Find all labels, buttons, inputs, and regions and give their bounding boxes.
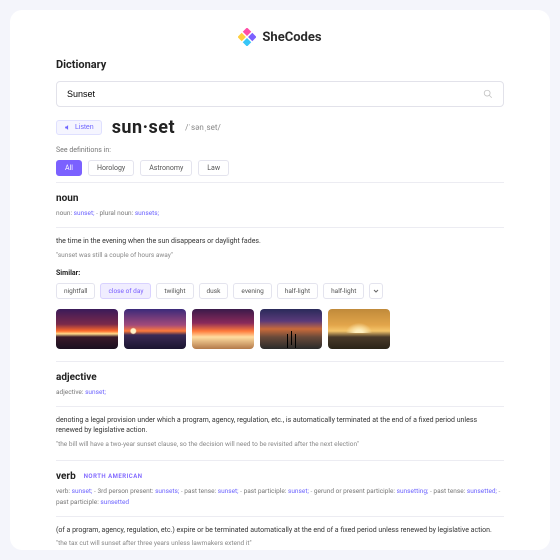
similar-chip[interactable]: half-light [323,283,364,299]
category-tabs: All Horology Astronomy Law [56,160,504,176]
similar-heading: Similar: [56,269,504,277]
headword: sun·set [112,117,175,138]
page-title: Dictionary [56,58,504,71]
form-label: adjective: [56,388,85,396]
tab-law[interactable]: Law [198,160,229,176]
noun-forms: noun: sunset; - plural noun: sunsets; [56,208,504,219]
expand-similar-button[interactable] [369,283,383,299]
search-input-wrapper[interactable] [56,81,504,107]
form-label: verb: [56,487,72,495]
divider [56,406,504,407]
divider [56,460,504,461]
verb-region: NORTH AMERICAN [84,473,143,480]
divider [56,361,504,362]
similar-chip[interactable]: nightfall [56,283,95,299]
brand: SheCodes [56,28,504,46]
form-label: gerund or present participle: [314,487,397,495]
adjective-section: adjective adjective: sunset; denoting a … [56,372,504,448]
tab-horology[interactable]: Horology [88,160,134,176]
tab-astronomy[interactable]: Astronomy [140,160,192,176]
speaker-icon [64,124,71,131]
image-thumbnails [56,309,504,349]
see-definitions-label: See definitions in: [56,146,504,154]
brand-name: SheCodes [262,30,321,45]
form-label: plural noun: [100,209,135,217]
form-value: sunsets; [135,209,159,217]
form-value: sunsetted [100,498,129,506]
form-value: sunsets; [155,487,179,495]
chevron-down-icon [372,287,380,295]
search-input[interactable] [67,89,483,99]
form-label: past participle: [56,498,100,506]
adjective-heading: adjective [56,372,97,383]
form-label: noun: [56,209,74,217]
thumbnail[interactable] [192,309,254,349]
noun-definition: the time in the evening when the sun dis… [56,236,504,247]
similar-chip[interactable]: close of day [100,283,151,299]
verb-example: "the tax cut will sunset after three yea… [56,539,504,547]
divider [56,182,504,183]
similar-chip[interactable]: evening [233,283,271,299]
form-value: sunsetting; [397,487,429,495]
form-label: 3rd person present: [97,487,155,495]
similar-chip[interactable]: twilight [156,283,193,299]
tab-all[interactable]: All [56,160,82,176]
form-label: past tense: [433,487,466,495]
divider [56,227,504,228]
listen-button[interactable]: Listen [56,120,102,135]
form-value: sunset; [288,487,309,495]
verb-forms: verb: sunset; - 3rd person present: suns… [56,486,504,508]
thumbnail[interactable] [124,309,186,349]
verb-section: verb NORTH AMERICAN verb: sunset; - 3rd … [56,471,504,548]
form-label: past participle: [244,487,288,495]
similar-chip[interactable]: half-light [277,283,318,299]
form-value: sunset; [74,209,95,217]
adjective-definition: denoting a legal provision under which a… [56,415,504,436]
thumbnail[interactable] [328,309,390,349]
form-label: past tense: [184,487,217,495]
thumbnail[interactable] [260,309,322,349]
noun-example: "sunset was still a couple of hours away… [56,251,504,259]
form-value: sunset; [85,388,106,396]
search-icon [483,89,493,99]
form-value: sunset; [218,487,239,495]
similar-chips: nightfall close of day twilight duskevening… [56,283,504,299]
separator: - [497,487,500,495]
brand-logo-icon [238,28,256,46]
similar-chip[interactable]: dusk [199,283,229,299]
adjective-example: "the bill will have a two-year sunset cl… [56,440,504,448]
noun-section: noun noun: sunset; - plural noun: sunset… [56,193,504,349]
verb-definition: (of a program, agency, regulation, etc.)… [56,525,504,536]
adjective-forms: adjective: sunset; [56,387,504,398]
form-value: sunset; [72,487,93,495]
listen-label: Listen [75,124,94,131]
thumbnail[interactable] [56,309,118,349]
noun-heading: noun [56,193,78,204]
phonetic: /ˈsənˌset/ [185,123,221,132]
verb-heading: verb [56,471,76,482]
divider [56,516,504,517]
form-value: sunsetted; [467,487,497,495]
